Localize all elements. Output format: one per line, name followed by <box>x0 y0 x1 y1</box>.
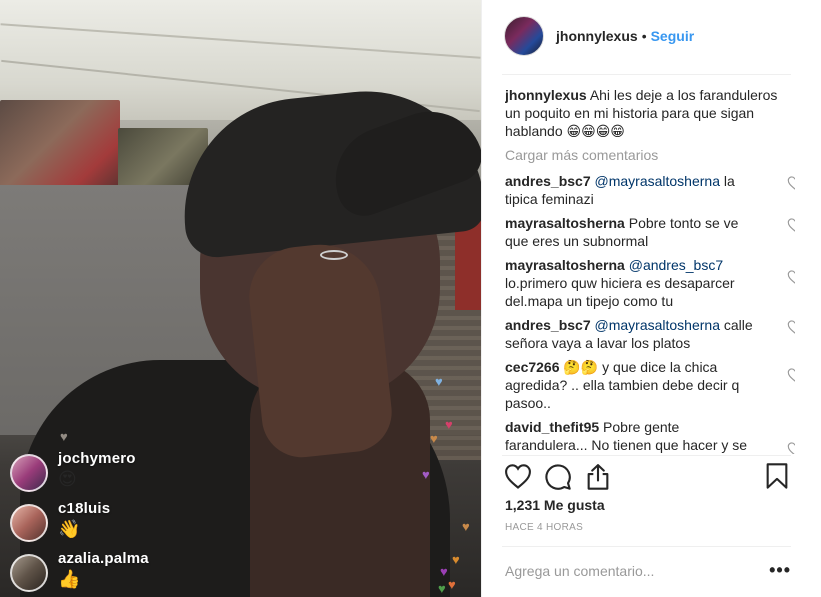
comment: andres_bsc7 @mayrasaltosherna calle seño… <box>505 316 795 352</box>
more-options-button[interactable]: ••• <box>769 560 791 581</box>
live-comment-text: 👍 <box>58 569 81 589</box>
avatar[interactable] <box>10 554 48 592</box>
post-timestamp[interactable]: HACE 4 HORAS <box>505 522 583 533</box>
small-heart-icon[interactable] <box>787 442 795 454</box>
like-count[interactable]: 1,231 Me gusta <box>505 497 605 513</box>
small-heart-icon[interactable] <box>787 368 795 382</box>
small-heart-icon[interactable] <box>787 270 795 284</box>
comment-text: lo.primero quw hiciera es desaparcer del… <box>505 275 735 309</box>
divider <box>502 546 791 547</box>
author-username[interactable]: jhonnylexus <box>556 28 638 44</box>
live-comment-text: 😍 <box>58 469 77 489</box>
comment-mention[interactable]: @andres_bsc7 <box>629 257 723 273</box>
floating-heart-icon: ♥ <box>448 577 456 592</box>
avatar[interactable] <box>10 454 48 492</box>
add-comment-input[interactable] <box>505 561 755 581</box>
small-heart-icon[interactable] <box>787 176 795 190</box>
comment-mention[interactable]: @mayrasaltosherna <box>595 173 721 189</box>
floating-heart-icon: ♥ <box>60 429 68 444</box>
floating-heart-icon: ♥ <box>438 581 446 596</box>
small-heart-icon[interactable] <box>787 320 795 334</box>
divider <box>502 74 791 75</box>
comment: andres_bsc7 @mayrasaltosherna la tipica … <box>505 172 795 208</box>
comment-icon[interactable] <box>544 463 572 491</box>
post-actions <box>504 462 791 492</box>
comment: mayrasaltosherna @andres_bsc7 lo.primero… <box>505 256 795 310</box>
live-comment: azalia.palma 👍 <box>10 550 270 597</box>
share-icon[interactable] <box>584 463 612 491</box>
live-video[interactable]: ♥ ♥ ♥ ♥ ♥ ♥ ♥ ♥ ♥ ♥ jochymero 😍 c18luis … <box>0 0 481 597</box>
floating-heart-icon: ♥ <box>422 467 430 482</box>
comment-username[interactable]: mayrasaltosherna <box>505 257 625 273</box>
header-separator: • <box>641 28 647 44</box>
floating-heart-icon: ♥ <box>445 417 453 432</box>
follow-button[interactable]: Seguir <box>651 28 695 44</box>
post-caption: jhonnylexus Ahi les deje a los farandule… <box>505 86 795 140</box>
floating-heart-icon: ♥ <box>430 431 438 446</box>
comment-username[interactable]: andres_bsc7 <box>505 317 591 333</box>
live-comment-text: 👋 <box>58 519 81 539</box>
load-more-comments-button[interactable]: Cargar más comentarios <box>505 146 795 164</box>
live-comment: jochymero 😍 <box>10 450 270 500</box>
avatar[interactable] <box>504 16 544 56</box>
small-heart-icon[interactable] <box>787 218 795 232</box>
floating-heart-icon: ♥ <box>435 374 443 389</box>
floating-heart-icon: ♥ <box>440 564 448 579</box>
live-comment-user[interactable]: c18luis <box>58 500 110 517</box>
comment: david_thefit95 Pobre gente farandulera..… <box>505 418 795 454</box>
comment-username[interactable]: andres_bsc7 <box>505 173 591 189</box>
comment-username[interactable]: mayrasaltosherna <box>505 215 625 231</box>
live-comment-user[interactable]: jochymero <box>58 450 136 467</box>
avatar[interactable] <box>10 504 48 542</box>
live-comment: c18luis 👋 <box>10 500 270 550</box>
floating-heart-icon: ♥ <box>452 552 460 567</box>
post-header: jhonnylexus • Seguir <box>504 14 791 58</box>
comment: cec7266 🤔🤔 y que dice la chica agredida?… <box>505 358 795 412</box>
caption-username[interactable]: jhonnylexus <box>505 87 587 103</box>
comment-mention[interactable]: @mayrasaltosherna <box>595 317 721 333</box>
comment-username[interactable]: david_thefit95 <box>505 419 599 435</box>
comments-list[interactable]: jhonnylexus Ahi les deje a los farandule… <box>505 86 795 454</box>
comment-username[interactable]: cec7266 <box>505 359 560 375</box>
live-comment-user[interactable]: azalia.palma <box>58 550 149 567</box>
divider <box>502 455 791 456</box>
bookmark-icon[interactable] <box>763 462 791 490</box>
heart-icon[interactable] <box>504 463 532 491</box>
post-sidebar: jhonnylexus • Seguir jhonnylexus Ahi les… <box>481 0 821 597</box>
live-comments-list: jochymero 😍 c18luis 👋 azalia.palma 👍 <box>10 450 270 597</box>
comment: mayrasaltosherna Pobre tonto se ve que e… <box>505 214 795 250</box>
floating-heart-icon: ♥ <box>462 519 470 534</box>
